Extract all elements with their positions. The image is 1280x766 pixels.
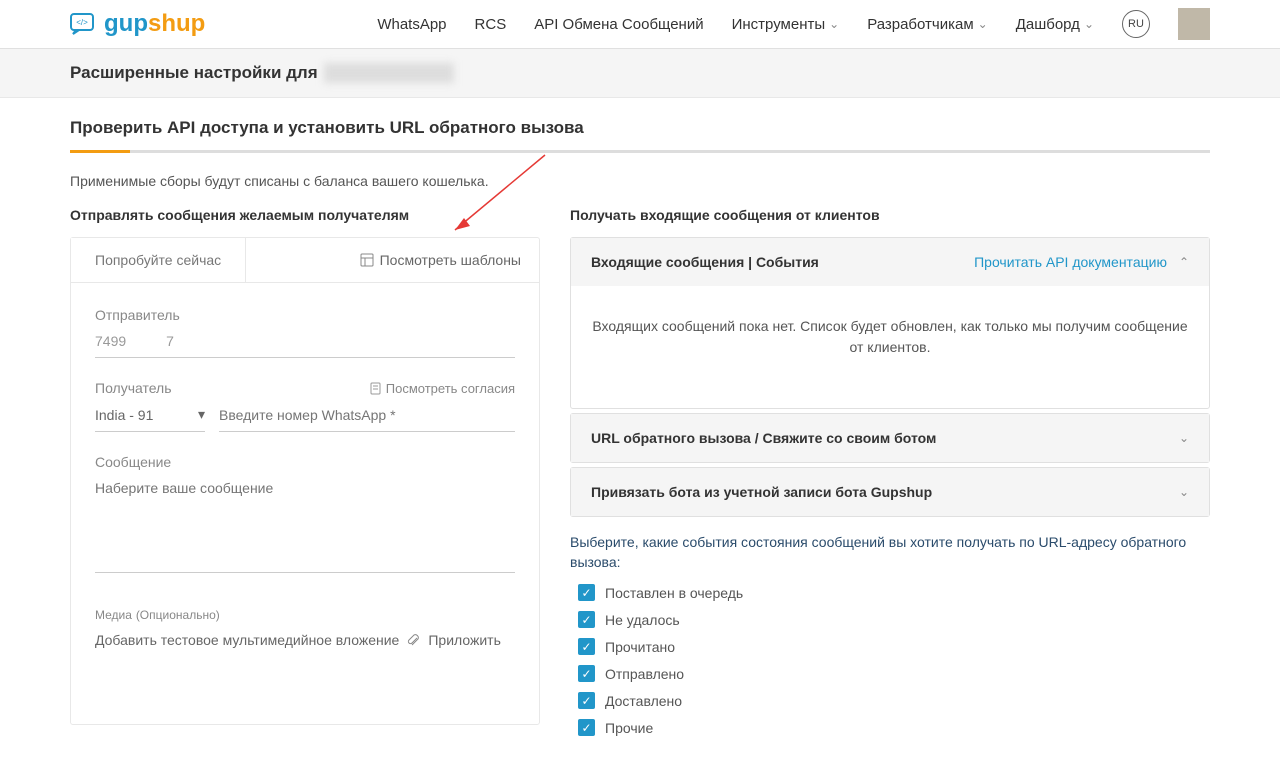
dropdown-icon: ▾ [198, 406, 205, 423]
checkbox[interactable]: ✓ [578, 584, 595, 601]
checkbox-read: ✓Прочитано [578, 638, 1210, 655]
chevron-down-icon: ⌄ [1179, 431, 1189, 445]
accordion-callback: URL обратного вызова / Свяжите со своим … [570, 413, 1210, 463]
checkbox-enqueued: ✓Поставлен в очередь [578, 584, 1210, 601]
tab-body: Отправитель 74997 Получатель Посмотреть … [71, 283, 539, 724]
recipient-label: Получатель Посмотреть согласия [95, 380, 515, 396]
svg-text:</>: </> [76, 18, 88, 27]
nav-dashboard[interactable]: Дашборд⌄ [1016, 16, 1094, 33]
paperclip-icon [407, 634, 420, 647]
view-consent-link[interactable]: Посмотреть согласия [369, 381, 515, 396]
sender-value: 74997 [95, 333, 515, 358]
consent-icon [369, 382, 382, 395]
nav-developers[interactable]: Разработчикам⌄ [867, 16, 988, 33]
logo-icon: </> [70, 13, 98, 35]
send-tab-area: Попробуйте сейчас Посмотреть шаблоны Отп… [70, 237, 540, 725]
send-title: Отправлять сообщения желаемым получателя… [70, 207, 540, 223]
checkbox-sent: ✓Отправлено [578, 665, 1210, 682]
main-content: Проверить API доступа и установить URL о… [0, 98, 1280, 766]
nav-whatsapp[interactable]: WhatsApp [377, 16, 446, 33]
country-code-select[interactable]: India - 91 ▾ [95, 406, 205, 432]
receive-title: Получать входящие сообщения от клиентов [570, 207, 1210, 223]
page-title: Проверить API доступа и установить URL о… [70, 118, 1210, 138]
checkbox-failed: ✓Не удалось [578, 611, 1210, 628]
progress-bar [70, 150, 1210, 153]
message-label: Сообщение [95, 454, 515, 470]
logo[interactable]: </> gupshup [70, 10, 205, 38]
media-label: Медиа (Опционально) [95, 606, 515, 622]
accordion-bot-header[interactable]: Привязать бота из учетной записи бота Gu… [571, 468, 1209, 516]
language-selector[interactable]: RU [1122, 10, 1150, 38]
app-name-redacted [324, 63, 454, 83]
chevron-down-icon: ⌄ [978, 17, 988, 31]
profile-avatar[interactable] [1178, 8, 1210, 40]
main-nav: WhatsApp RCS API Обмена Сообщений Инстру… [377, 8, 1210, 40]
attach-row: Добавить тестовое мультимедийное вложени… [95, 632, 515, 648]
checkbox[interactable]: ✓ [578, 719, 595, 736]
accordion-incoming-header[interactable]: Входящие сообщения | События Прочитать A… [571, 238, 1209, 286]
sender-label: Отправитель [95, 307, 515, 323]
chevron-down-icon: ⌄ [1179, 485, 1189, 499]
phone-input[interactable] [219, 406, 515, 432]
templates-icon [360, 253, 374, 267]
chevron-down-icon: ⌄ [1084, 17, 1094, 31]
message-textarea[interactable] [95, 480, 515, 573]
subheader-title: Расширенные настройки для [70, 63, 1210, 83]
send-panel: Отправлять сообщения желаемым получателя… [70, 207, 540, 746]
events-description: Выберите, какие события состояния сообще… [570, 533, 1210, 572]
view-templates-link[interactable]: Посмотреть шаблоны [342, 238, 539, 282]
chevron-down-icon: ⌄ [829, 17, 839, 31]
checkbox-other: ✓Прочие [578, 719, 1210, 736]
checkbox[interactable]: ✓ [578, 692, 595, 709]
nav-tools[interactable]: Инструменты⌄ [732, 16, 840, 33]
accordion-callback-header[interactable]: URL обратного вызова / Свяжите со своим … [571, 414, 1209, 462]
receive-panel: Получать входящие сообщения от клиентов … [570, 207, 1210, 746]
accordion-bot: Привязать бота из учетной записи бота Gu… [570, 467, 1210, 517]
checkbox[interactable]: ✓ [578, 665, 595, 682]
fees-note: Применимые сборы будут списаны с баланса… [70, 173, 1210, 189]
checkbox-delivered: ✓Доставлено [578, 692, 1210, 709]
nav-api[interactable]: API Обмена Сообщений [534, 16, 703, 33]
accordion-incoming-body: Входящих сообщений пока нет. Список буде… [571, 286, 1209, 408]
read-api-docs-link[interactable]: Прочитать API документацию [974, 254, 1167, 270]
checkbox[interactable]: ✓ [578, 638, 595, 655]
top-header: </> gupshup WhatsApp RCS API Обмена Сооб… [0, 0, 1280, 49]
nav-rcs[interactable]: RCS [475, 16, 507, 33]
checkbox[interactable]: ✓ [578, 611, 595, 628]
chevron-up-icon: ⌃ [1179, 255, 1189, 269]
accordion-incoming: Входящие сообщения | События Прочитать A… [570, 237, 1210, 409]
attach-link[interactable]: Приложить [428, 632, 501, 648]
logo-text: gupshup [104, 10, 205, 38]
tab-header: Попробуйте сейчас Посмотреть шаблоны [71, 238, 539, 283]
subheader: Расширенные настройки для [0, 49, 1280, 98]
tab-try-now[interactable]: Попробуйте сейчас [71, 238, 246, 282]
